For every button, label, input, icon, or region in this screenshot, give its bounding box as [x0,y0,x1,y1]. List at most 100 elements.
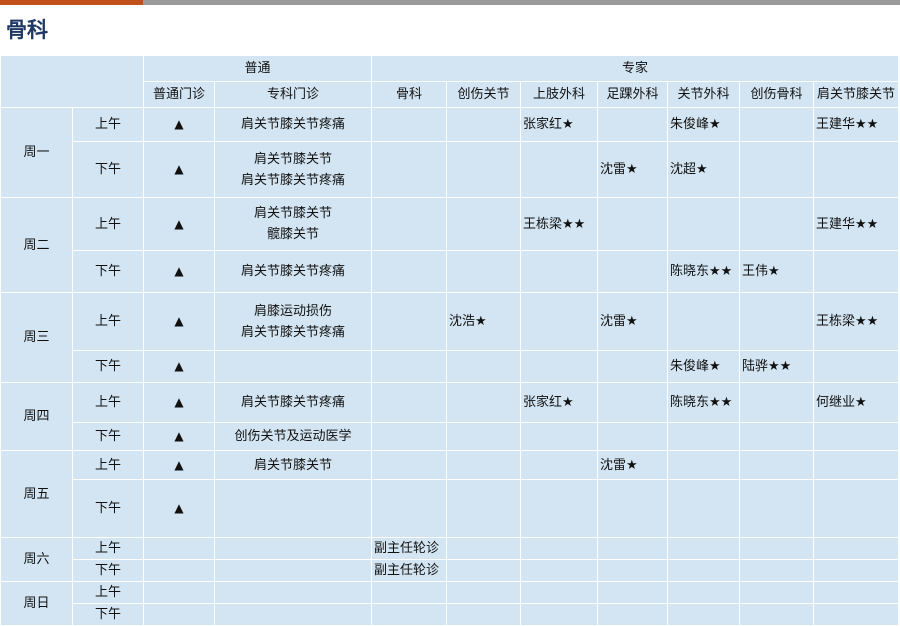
specialty-line: 肩关节膝关节疼痛 [241,264,346,279]
expert-cell [520,141,599,198]
expert-cell [520,350,599,383]
expert-cell [371,382,448,423]
schedule-table: 普通 专家 普通门诊 专科门诊 骨科 创伤关节 上肢外科 足踝外科 关节外科 创… [0,55,900,626]
expert-cell [597,537,669,560]
page-title: 骨科 [6,18,48,42]
expert-cell [739,479,815,538]
specialty-line: 肩关节膝关节疼痛 [241,172,346,188]
period-label: 下午 [72,350,144,383]
day-label: 周四 [0,382,73,451]
expert-cell [739,382,815,423]
column-header: 上肢外科 [520,81,599,108]
expert-cell [446,422,522,451]
expert-cell: 陆骅★★ [739,350,815,383]
expert-cell [597,350,669,383]
expert-cell: 王建华★★ [813,107,900,142]
top-bar-accent [0,0,143,5]
expert-cell [371,107,448,142]
expert-cell [520,479,599,538]
expert-cell: 沈浩★ [446,292,522,351]
schedule-row: 下午 ▲ [1,479,900,538]
period-label: 上午 [72,581,144,604]
schedule-row: 周二 上午 ▲ 肩关节膝关节 髋膝关节 王栋梁★★ 王建华★★ [0,197,900,293]
day-label: 周二 [0,197,73,293]
expert-cell: 王栋梁★★ [813,292,900,351]
expert-cell [739,422,815,451]
schedule-row: 周六 上午 副主任轮诊 [0,537,900,582]
day-label: 周六 [0,537,73,582]
specialty-line: 髋膝关节 [267,227,320,242]
expert-cell [667,479,741,538]
expert-cell [667,581,741,604]
expert-cell [667,422,741,451]
expert-cell: 陈晓东★★ [667,250,741,293]
specialty-clinic-cell [213,350,373,383]
expert-cell [371,197,448,251]
expert-cell: 朱俊峰★ [667,107,741,142]
schedule-row: 周三 上午 ▲ 肩膝运动损伤 肩关节膝关节疼痛 沈浩★ 沈雷★ 王栋梁★★ [0,292,900,383]
specialty-line: 创伤关节及运动医学 [234,429,352,444]
general-clinic-cell: ▲ [143,141,215,198]
expert-cell [739,107,815,142]
expert-cell [597,603,669,626]
header-group-row: 普通 专家 [0,55,900,108]
column-header: 普通门诊 [143,81,215,108]
expert-cell [597,479,669,538]
expert-cell [739,581,815,604]
specialty-clinic-cell [213,559,373,582]
expert-cell [739,559,815,582]
expert-cell [597,422,669,451]
expert-cell [597,250,669,293]
schedule-row: 周四 上午 ▲ 肩关节膝关节疼痛 张家红★ 陈晓东★★ 何继业★ [0,382,900,451]
expert-cell [739,603,815,626]
schedule-row: 下午 ▲ 肩关节膝关节 肩关节膝关节疼痛 沈雷★ 沈超★ [1,141,900,198]
general-clinic-cell [143,537,215,560]
expert-cell: 何继业★ [813,382,900,423]
expert-cell [667,197,741,251]
expert-cell [813,422,900,451]
specialty-line: 肩关节膝关节疼痛 [241,324,346,340]
expert-cell [520,422,599,451]
column-header: 专科门诊 [213,81,373,108]
specialty-clinic-cell: 肩膝运动损伤 肩关节膝关节疼痛 [213,292,373,351]
expert-cell [813,581,900,604]
general-clinic-cell: ▲ [143,479,215,538]
expert-cell [520,559,599,582]
expert-cell [371,450,448,480]
expert-cell: 沈雷★ [597,450,669,480]
expert-cell [520,292,599,351]
expert-cell [739,537,815,560]
expert-cell [813,559,900,582]
period-label: 上午 [72,382,144,423]
expert-cell [813,141,900,198]
expert-cell [813,250,900,293]
expert-cell [446,250,522,293]
group-expert-header: 专家 [371,55,900,82]
expert-cell [446,537,522,560]
expert-cell [520,603,599,626]
general-clinic-cell: ▲ [143,107,215,142]
day-label: 周一 [0,107,73,198]
period-label: 上午 [72,450,144,480]
general-clinic-cell [143,603,215,626]
expert-cell [371,603,448,626]
specialty-line: 肩关节膝关节疼痛 [241,117,346,132]
expert-cell [371,350,448,383]
period-label: 上午 [72,197,144,251]
expert-cell [813,537,900,560]
specialty-clinic-cell [213,603,373,626]
specialty-clinic-cell [213,537,373,560]
expert-cell [813,450,900,480]
expert-cell [446,559,522,582]
specialty-line: 肩关节膝关节 [254,457,333,473]
column-header: 骨科 [371,81,448,108]
expert-cell [520,450,599,480]
period-label: 下午 [72,479,144,538]
schedule-row: 下午 ▲ 创伤关节及运动医学 [1,422,900,451]
column-header: 创伤关节 [446,81,522,108]
expert-cell [667,292,741,351]
general-clinic-cell: ▲ [143,292,215,351]
expert-cell: 副主任轮诊 [371,559,448,582]
specialty-clinic-cell [213,479,373,538]
expert-cell: 沈雷★ [597,292,669,351]
